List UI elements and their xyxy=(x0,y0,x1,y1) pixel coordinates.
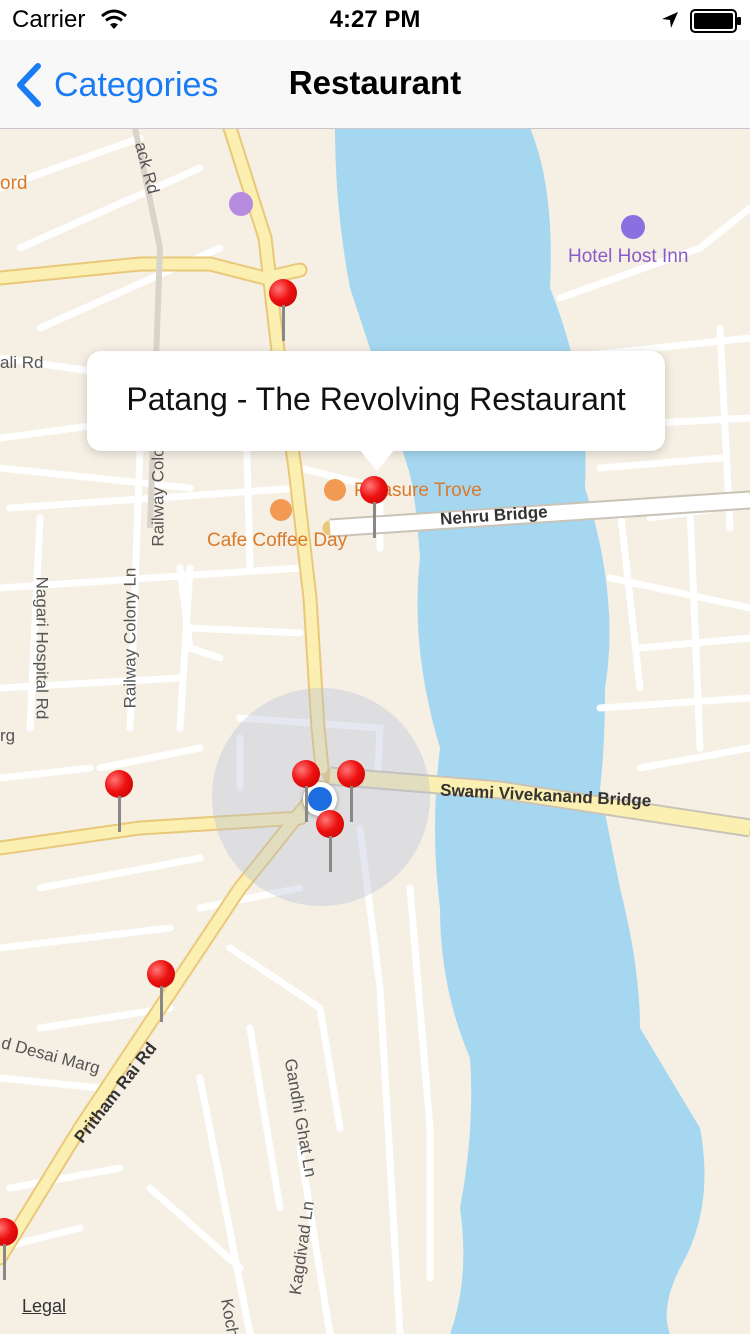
status-time: 4:27 PM xyxy=(329,6,421,33)
restaurant-pin[interactable] xyxy=(147,960,177,1024)
restaurant-pin-selected[interactable] xyxy=(360,476,390,540)
battery-icon xyxy=(690,9,741,33)
page-title: Restaurant xyxy=(288,64,462,101)
map-label-ali-rd: ali Rd xyxy=(0,353,44,372)
restaurant-pin[interactable] xyxy=(316,810,346,874)
restaurant-pin[interactable] xyxy=(105,770,135,834)
map-label-rg: rg xyxy=(0,726,16,745)
map-view[interactable]: Hotel Host Inn Pleasure Trove Cafe Coffe… xyxy=(0,128,750,1334)
callout-tail xyxy=(359,449,395,471)
legal-link[interactable]: Legal xyxy=(22,1296,66,1317)
map-label-railway-colony-ln: Railway Colony Ln xyxy=(120,567,140,709)
restaurant-pin[interactable] xyxy=(269,279,299,343)
map-label-nagari-hospital: Nagari Hospital Rd xyxy=(32,576,52,720)
map-label-cafe: Cafe Coffee Day xyxy=(207,530,348,551)
location-arrow-icon xyxy=(662,12,678,28)
map-screen: Carrier 4:27 PM Categories Restaurant Ho… xyxy=(0,0,750,1334)
map-label-hotel: Hotel Host Inn xyxy=(568,246,689,267)
callout-title: Patang - The Revolving Restaurant xyxy=(126,381,626,417)
status-bar: Carrier 4:27 PM xyxy=(0,0,750,40)
navigation-bar: Categories Restaurant xyxy=(0,40,750,129)
annotation-callout[interactable]: Patang - The Revolving Restaurant xyxy=(87,351,665,471)
map-label-ord: ord xyxy=(0,173,28,194)
restaurant-pin[interactable] xyxy=(0,1218,20,1282)
